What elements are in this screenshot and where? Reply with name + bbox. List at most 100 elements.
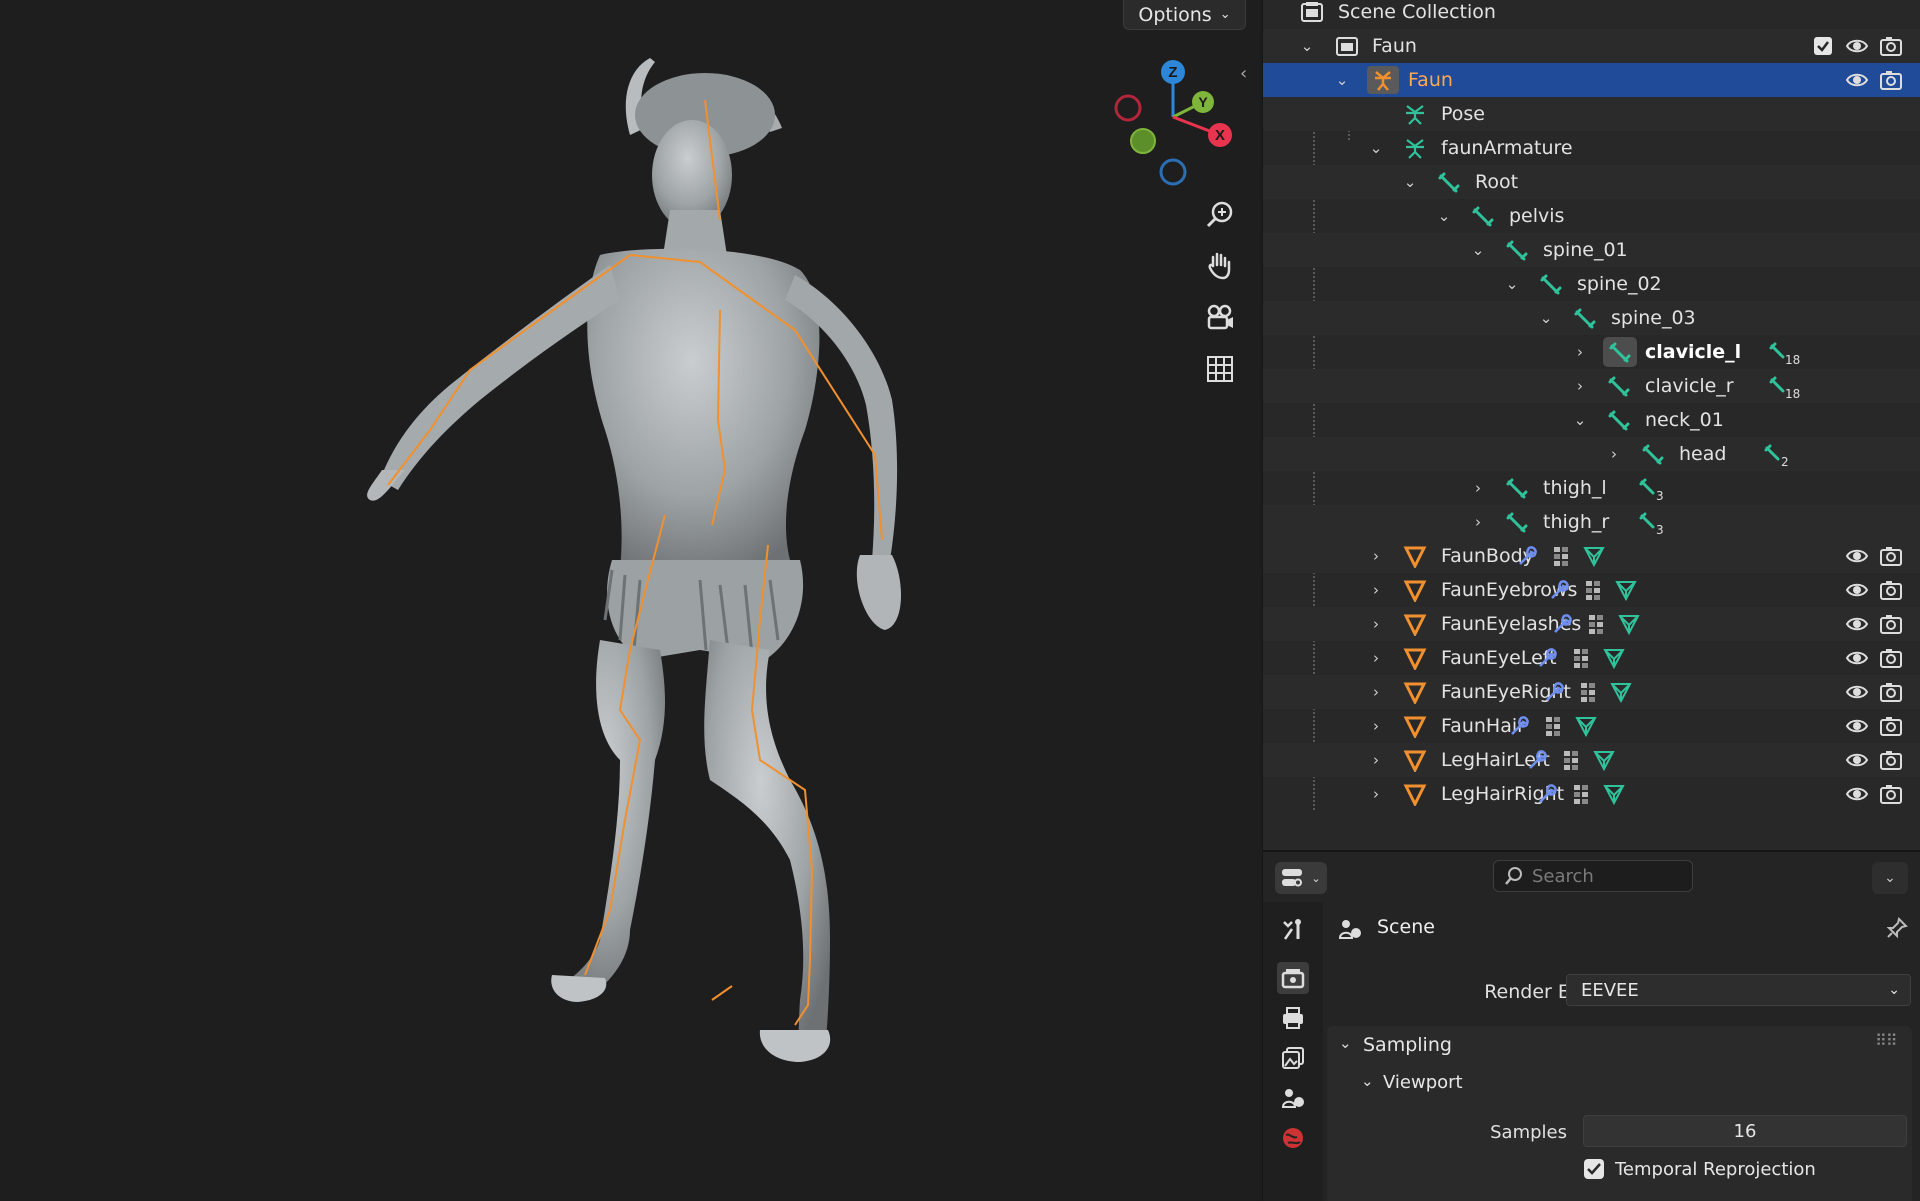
outliner-row-bone-pelvis[interactable]: ⌄ pelvis <box>1263 199 1920 233</box>
eye-visibility-icon[interactable] <box>1845 68 1869 92</box>
camera-render-icon[interactable] <box>1879 748 1903 772</box>
eye-visibility-icon[interactable] <box>1845 782 1869 806</box>
chevron-right-icon[interactable]: › <box>1369 617 1383 632</box>
mesh-data-icon[interactable] <box>1617 612 1641 636</box>
vertex-groups-icon[interactable] <box>1560 748 1584 772</box>
tab-scene[interactable] <box>1277 1082 1309 1114</box>
outliner-row-mesh[interactable]: › FaunEyeRight <box>1263 675 1920 709</box>
vertex-groups-icon[interactable] <box>1570 782 1594 806</box>
camera-render-icon[interactable] <box>1879 578 1903 602</box>
checkbox-checked-icon[interactable] <box>1811 34 1835 58</box>
outliner-row-bone-clavicle-r[interactable]: › clavicle_r 18 <box>1263 369 1920 403</box>
outliner-row-bone-spine-02[interactable]: ⌄ spine_02 <box>1263 267 1920 301</box>
outliner-row-bone-spine-03[interactable]: ⌄ spine_03 <box>1263 301 1920 335</box>
outliner-row-bone-head[interactable]: › head 2 <box>1263 437 1920 471</box>
render-engine-select[interactable]: EEVEE ⌄ <box>1566 974 1911 1006</box>
outliner-row-mesh[interactable]: › FaunHair <box>1263 709 1920 743</box>
vertex-groups-icon[interactable] <box>1550 544 1574 568</box>
tab-tool[interactable] <box>1277 914 1309 946</box>
mesh-data-icon[interactable] <box>1602 646 1626 670</box>
modifier-wrench-icon[interactable] <box>1526 748 1550 772</box>
eye-visibility-icon[interactable] <box>1845 714 1869 738</box>
sampling-panel-header[interactable]: ⌄ Sampling ⠿⠿ <box>1327 1026 1912 1066</box>
chevron-down-icon[interactable]: ⌄ <box>1403 175 1417 190</box>
pan-button[interactable] <box>1198 243 1242 287</box>
zoom-button[interactable] <box>1198 193 1242 237</box>
outliner-row-mesh[interactable]: › FaunBody <box>1263 539 1920 573</box>
mesh-data-icon[interactable] <box>1592 748 1616 772</box>
chevron-right-icon[interactable]: › <box>1573 345 1587 360</box>
tab-view-layer[interactable] <box>1277 1042 1309 1074</box>
chevron-down-icon[interactable]: ⌄ <box>1573 413 1587 428</box>
editor-type-dropdown[interactable]: ⌄ <box>1275 862 1327 894</box>
search-input[interactable]: Search <box>1493 860 1693 892</box>
outliner-row-scene-collection[interactable]: Scene Collection <box>1263 0 1920 29</box>
outliner-row-bone-thigh-r[interactable]: › thigh_r 3 <box>1263 505 1920 539</box>
drag-handle-icon[interactable]: ⠿⠿ <box>1875 1031 1897 1050</box>
outliner-row-mesh[interactable]: › FaunEyelashes <box>1263 607 1920 641</box>
vertex-groups-icon[interactable] <box>1570 646 1594 670</box>
outliner-row-faun-collection[interactable]: ⌄ Faun <box>1263 29 1920 63</box>
chevron-right-icon[interactable]: › <box>1607 447 1621 462</box>
chevron-right-icon[interactable]: › <box>1573 379 1587 394</box>
eye-visibility-icon[interactable] <box>1845 544 1869 568</box>
outliner-row-bone-thigh-l[interactable]: › thigh_l 3 <box>1263 471 1920 505</box>
viewport-subpanel-header[interactable]: ⌄ Viewport <box>1327 1066 1912 1110</box>
pin-icon[interactable] <box>1885 916 1909 940</box>
chevron-right-icon[interactable]: › <box>1471 481 1485 496</box>
modifier-wrench-icon[interactable] <box>1508 714 1532 738</box>
modifier-wrench-icon[interactable] <box>1536 782 1560 806</box>
outliner-row-bone-spine-01[interactable]: ⌄ spine_01 <box>1263 233 1920 267</box>
eye-visibility-icon[interactable] <box>1845 680 1869 704</box>
chevron-right-icon[interactable]: › <box>1369 787 1383 802</box>
chevron-right-icon[interactable]: › <box>1369 685 1383 700</box>
modifier-wrench-icon[interactable] <box>1551 612 1575 636</box>
outliner-row-armature[interactable]: ⌄ faunArmature <box>1263 131 1920 165</box>
mesh-data-icon[interactable] <box>1574 714 1598 738</box>
modifier-wrench-icon[interactable] <box>1548 578 1572 602</box>
neg-x-axis-button[interactable] <box>1114 94 1142 122</box>
samples-input[interactable]: 16 <box>1583 1115 1907 1147</box>
vertex-groups-icon[interactable] <box>1582 578 1606 602</box>
vertex-groups-icon[interactable] <box>1542 714 1566 738</box>
options-dropdown[interactable]: Options ⌄ <box>1123 0 1246 30</box>
outliner-row-pose[interactable]: Pose <box>1263 97 1920 131</box>
options-chevron-button[interactable]: ⌄ <box>1872 862 1908 894</box>
faun-character-model[interactable] <box>0 0 1260 1199</box>
temporal-reprojection-checkbox[interactable]: Temporal Reprojection <box>1583 1154 1816 1184</box>
chevron-down-icon[interactable]: ⌄ <box>1369 141 1383 156</box>
chevron-right-icon[interactable]: › <box>1369 549 1383 564</box>
camera-view-button[interactable] <box>1198 295 1242 339</box>
modifier-wrench-icon[interactable] <box>1536 646 1560 670</box>
mesh-data-icon[interactable] <box>1602 782 1626 806</box>
mesh-data-icon[interactable] <box>1609 680 1633 704</box>
camera-render-icon[interactable] <box>1879 782 1903 806</box>
neg-z-axis-button[interactable] <box>1159 158 1187 186</box>
chevron-right-icon[interactable]: › <box>1369 753 1383 768</box>
mesh-data-icon[interactable] <box>1582 544 1606 568</box>
outliner-row-bone-clavicle-l[interactable]: › clavicle_l 18 <box>1263 335 1920 369</box>
eye-visibility-icon[interactable] <box>1845 34 1869 58</box>
eye-visibility-icon[interactable] <box>1845 578 1869 602</box>
tab-world[interactable] <box>1277 1122 1309 1154</box>
outliner-row-faun-object[interactable]: ⌄ Faun <box>1263 63 1920 97</box>
outliner-row-mesh[interactable]: › FaunEyeLeft <box>1263 641 1920 675</box>
outliner-row-bone-root[interactable]: ⌄ Root <box>1263 165 1920 199</box>
eye-visibility-icon[interactable] <box>1845 612 1869 636</box>
chevron-down-icon[interactable]: ⌄ <box>1335 73 1349 88</box>
outliner-row-mesh[interactable]: › FaunEyebrows <box>1263 573 1920 607</box>
eye-visibility-icon[interactable] <box>1845 646 1869 670</box>
grid-toggle-button[interactable] <box>1198 347 1242 391</box>
tab-output[interactable] <box>1277 1002 1309 1034</box>
camera-render-icon[interactable] <box>1879 544 1903 568</box>
camera-render-icon[interactable] <box>1879 68 1903 92</box>
camera-render-icon[interactable] <box>1879 612 1903 636</box>
chevron-down-icon[interactable]: ⌄ <box>1437 209 1451 224</box>
3d-viewport[interactable]: Options ⌄ ‹ Z Y X <box>0 0 1260 1199</box>
chevron-right-icon[interactable]: › <box>1369 583 1383 598</box>
chevron-right-icon[interactable]: › <box>1471 515 1485 530</box>
vertex-groups-icon[interactable] <box>1585 612 1609 636</box>
chevron-down-icon[interactable]: ⌄ <box>1471 243 1485 258</box>
camera-render-icon[interactable] <box>1879 680 1903 704</box>
chevron-down-icon[interactable]: ⌄ <box>1300 39 1314 54</box>
